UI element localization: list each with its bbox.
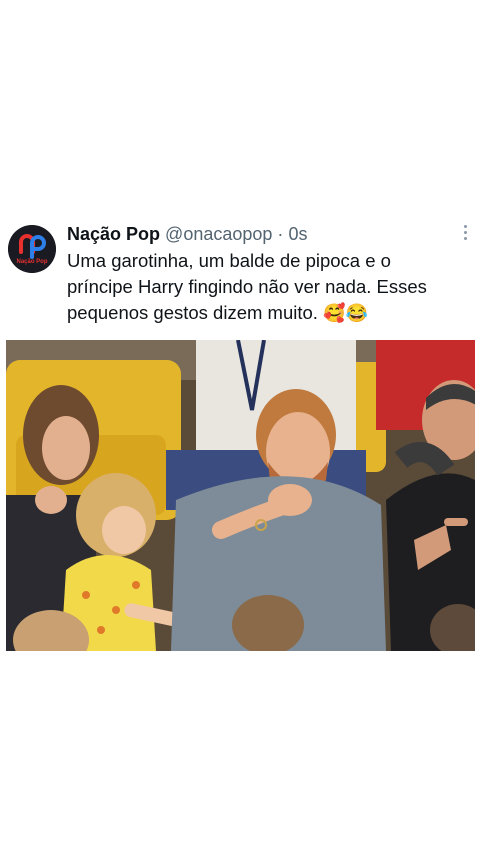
tweet-header: Nação Pop @onacaopop · 0s — [67, 223, 307, 245]
more-options-icon[interactable] — [462, 225, 468, 245]
tweet-photo[interactable] — [6, 340, 475, 651]
avatar[interactable]: Nação Pop — [8, 225, 56, 273]
author-handle[interactable]: @onacaopop — [165, 224, 272, 244]
tweet-text: Uma garotinha, um balde de pipoca e o pr… — [67, 248, 463, 326]
author-name[interactable]: Nação Pop — [67, 224, 160, 244]
tweet-text-line: Uma garotinha, um balde de pipoca e o — [67, 250, 391, 271]
tweet-text-line: pequenos gestos dizem muito. 🥰😂 — [67, 300, 463, 326]
emoji: 🥰😂 — [323, 303, 368, 323]
avatar-logo-text: Nação Pop — [16, 259, 47, 265]
separator: · — [277, 224, 284, 244]
avatar-logo: Nação Pop — [8, 225, 56, 273]
tweet-text-line: príncipe Harry fingindo não ver nada. Es… — [67, 276, 427, 297]
timestamp[interactable]: 0s — [288, 224, 307, 244]
tweet-text-segment: pequenos gestos dizem muito. — [67, 302, 318, 323]
photo-illustration — [6, 340, 475, 651]
